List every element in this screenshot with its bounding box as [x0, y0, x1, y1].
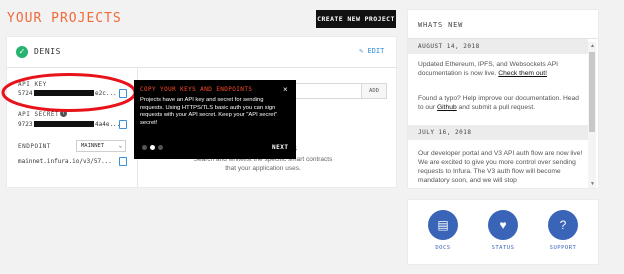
news-link[interactable]: Check them out! [498, 70, 547, 77]
close-icon[interactable]: × [283, 85, 288, 94]
status-button[interactable]: ♥ [488, 210, 518, 240]
copy-icon[interactable] [119, 157, 127, 166]
endpoint-select[interactable]: MAINNET ⌄ [76, 140, 126, 152]
create-project-button[interactable]: CREATE NEW PROJECT [316, 10, 396, 28]
github-link[interactable]: Github [437, 104, 457, 111]
endpoint-select-value: MAINNET [81, 143, 105, 149]
whats-new-title: WHATS NEW [418, 21, 464, 29]
page-title: YOUR PROJECTS [7, 11, 122, 26]
chevron-down-icon: ⌄ [118, 143, 122, 149]
endpoint-label: ENDPOINT [18, 143, 51, 150]
api-secret-prefix: 9723 [18, 121, 33, 128]
scroll-down-icon[interactable]: ▼ [590, 181, 595, 187]
endpoint-url: mainnet.infura.io/v3/57... [18, 158, 112, 165]
book-icon: ▤ [437, 218, 449, 232]
status-label[interactable]: STATUS [483, 245, 523, 251]
news-text: Our developer portal and V3 API auth flo… [418, 150, 583, 184]
tooltip-body: Projects have an API key and secret for … [140, 97, 278, 126]
whats-new-panel: WHATS NEW AUGUST 14, 2018 Updated Ethere… [408, 10, 598, 188]
step-dot[interactable] [142, 145, 147, 150]
scrollbar-thumb[interactable] [589, 52, 595, 132]
docs-label[interactable]: DOCS [423, 245, 463, 251]
check-icon: ✓ [16, 46, 28, 58]
news-text: Found a typo? Help improve our documenta… [418, 95, 579, 111]
onboarding-tooltip: COPY YOUR KEYS AND ENDPOINTS × Projects … [134, 80, 296, 159]
highlight-ellipse [1, 73, 137, 112]
api-secret-redacted [34, 121, 94, 127]
project-name: DENIS [34, 47, 62, 56]
add-button[interactable]: ADD [361, 83, 387, 99]
api-secret-suffix: 4a4e... [95, 121, 121, 128]
heartbeat-icon: ♥ [499, 218, 507, 232]
scroll-up-icon[interactable]: ▲ [590, 43, 595, 49]
project-header: ✓ DENIS ✎ EDIT [7, 37, 396, 68]
support-label[interactable]: SUPPORT [543, 245, 583, 251]
question-icon: ? [559, 218, 567, 232]
copy-icon[interactable] [119, 120, 127, 129]
step-dot[interactable] [158, 145, 163, 150]
news-date: JULY 16, 2018 [408, 125, 588, 140]
pencil-icon: ✎ [359, 47, 364, 55]
support-panel: ▤ DOCS ♥ STATUS ? SUPPORT [408, 200, 598, 264]
support-button[interactable]: ? [548, 210, 578, 240]
step-dot-active[interactable] [150, 145, 155, 150]
next-button[interactable]: NEXT [272, 144, 288, 151]
edit-link[interactable]: ✎ EDIT [359, 47, 384, 55]
tooltip-title: COPY YOUR KEYS AND ENDPOINTS [140, 86, 253, 93]
news-date: AUGUST 14, 2018 [408, 39, 588, 54]
news-text: Updated Ethereum, IPFS, and Websockets A… [418, 61, 559, 77]
edit-label: EDIT [367, 47, 385, 55]
docs-button[interactable]: ▤ [428, 210, 458, 240]
